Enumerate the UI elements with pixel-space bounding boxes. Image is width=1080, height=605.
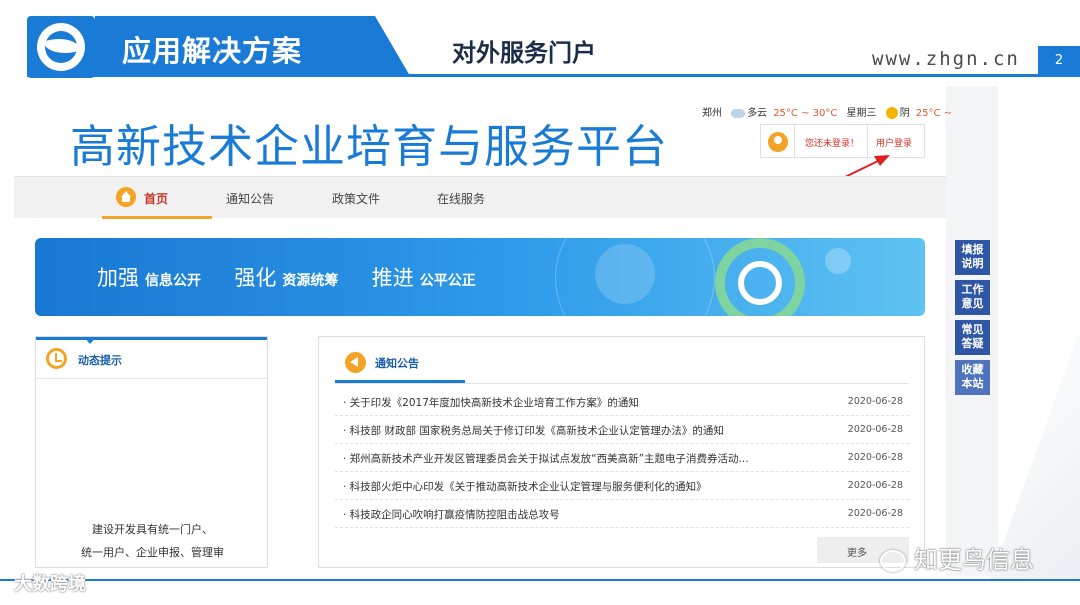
wechat-icon (880, 550, 906, 572)
slide-header: 应用解决方案 对外服务门户 www.zhgn.cn 2 (0, 0, 1080, 80)
notice-date: 2020-06-28 (847, 452, 903, 463)
notice-row[interactable]: · 郑州高新技术产业开发区管理委员会关于拟试点发放“西美高新”主题电子消费券活动… (335, 444, 909, 472)
slide-heading: 对外服务门户 (452, 39, 596, 67)
banner-word-1: 加强 (97, 266, 139, 290)
banner-word-3: 推进 (371, 266, 414, 290)
notice-text: · 科技部火炬中心印发《关于推动高新技术企业认定管理与服务便利化的通知》 (343, 481, 707, 493)
notice-tab[interactable]: 通知公告 (335, 343, 465, 383)
main-nav: 首页 通知公告 政策文件 在线服务 (14, 176, 946, 219)
weather-next-temp: 25°C ~ (915, 108, 952, 119)
notice-panel: 通知公告 · 关于印发《2017年度加快高新技术企业培育工作方案》的通知 202… (318, 336, 925, 568)
watermark-right: 知更鸟信息 (880, 540, 1034, 575)
platform-title: 高新技术企业培育与服务平台 (70, 120, 669, 173)
nav-home[interactable]: 首页 (102, 177, 212, 219)
watermark-right-text: 知更鸟信息 (914, 546, 1034, 574)
side-button-label: 常见答疑 (961, 323, 984, 350)
site-url: www.zhgn.cn (872, 48, 1020, 70)
side-button-guide[interactable]: 填报说明 (955, 240, 990, 275)
cloudy-icon (731, 108, 746, 118)
dynamic-panel: 动态提示 建设开发具有统一门户、 统一用户、企业申报、管理审 (35, 336, 268, 568)
watermark-left: 大数跨境 (14, 574, 86, 595)
speaker-icon (345, 352, 366, 373)
weather-today-cond: 多云 (747, 108, 768, 119)
weather-bar: 郑州 多云 25°C ~ 30°C 星期三 阴 25°C ~ (702, 104, 958, 119)
notice-text: · 郑州高新技术产业开发区管理委员会关于拟试点发放“西美高新”主题电子消费券活动… (343, 453, 749, 465)
notice-row[interactable]: · 科技部 财政部 国家税务总局关于修订印发《高新技术企业认定管理办法》的通知 … (335, 416, 909, 444)
nav-home-label: 首页 (144, 192, 169, 206)
section-title: 应用解决方案 (122, 34, 303, 68)
side-button-label: 收藏本站 (961, 363, 984, 390)
notice-row[interactable]: · 关于印发《2017年度加快高新技术企业培育工作方案》的通知 2020-06-… (335, 388, 909, 416)
side-button-label: 工作意见 (961, 283, 984, 310)
login-status: 您还未登录！ (805, 139, 860, 149)
notice-title: 通知公告 (375, 357, 419, 370)
notice-date: 2020-06-28 (847, 508, 903, 519)
company-logo (27, 16, 95, 78)
user-avatar-icon (768, 132, 788, 152)
home-icon (116, 187, 136, 207)
notice-row[interactable]: · 科技部火炬中心印发《关于推动高新技术企业认定管理与服务便利化的通知》 202… (335, 472, 909, 500)
header-rule (27, 74, 1080, 77)
overcast-icon (885, 107, 898, 119)
weather-weekday: 星期三 (846, 108, 877, 119)
banner-sub-1: 信息公开 (145, 273, 201, 289)
notice-date: 2020-06-28 (847, 396, 903, 407)
banner-sub-3: 公平公正 (419, 273, 476, 289)
notice-row[interactable]: · 科技政企同心吹响打赢疫情防控阻击战总攻号 2020-06-28 (335, 500, 909, 528)
dynamic-line-2: 统一用户、企业申报、管理审 (81, 546, 224, 559)
banner-sub-2: 资源统筹 (282, 273, 339, 289)
notice-text: · 科技部 财政部 国家税务总局关于修订印发《高新技术企业认定管理办法》的通知 (343, 425, 724, 437)
side-button-label: 填报说明 (961, 243, 984, 270)
weather-today-temp: 25°C ~ 30°C (773, 108, 838, 119)
weather-next-cond: 阴 (899, 108, 910, 119)
clock-icon (46, 348, 67, 369)
footer-rule (0, 579, 1080, 581)
nav-policy[interactable]: 政策文件 (332, 190, 380, 207)
dynamic-title: 动态提示 (78, 354, 122, 367)
dynamic-line-1: 建设开发具有统一门户、 (92, 523, 213, 536)
nav-notices[interactable]: 通知公告 (226, 190, 274, 207)
side-button-bookmark[interactable]: 收藏本站 (955, 360, 990, 395)
nav-online-service[interactable]: 在线服务 (437, 190, 485, 207)
side-button-faq[interactable]: 常见答疑 (955, 320, 990, 355)
weather-city: 郑州 (702, 108, 722, 119)
notice-text: · 关于印发《2017年度加快高新技术企业培育工作方案》的通知 (343, 397, 639, 409)
banner-word-2: 强化 (234, 266, 277, 290)
notice-date: 2020-06-28 (847, 480, 903, 491)
user-login-button[interactable]: 用户登录 (876, 136, 912, 149)
notice-date: 2020-06-28 (847, 424, 903, 435)
page-number: 2 (1038, 46, 1080, 76)
promo-banner: 加强 信息公开 强化 资源统筹 推进 公平公正 (35, 238, 925, 316)
notice-text: · 科技政企同心吹响打赢疫情防控阻击战总攻号 (343, 509, 560, 521)
side-button-feedback[interactable]: 工作意见 (955, 280, 990, 315)
